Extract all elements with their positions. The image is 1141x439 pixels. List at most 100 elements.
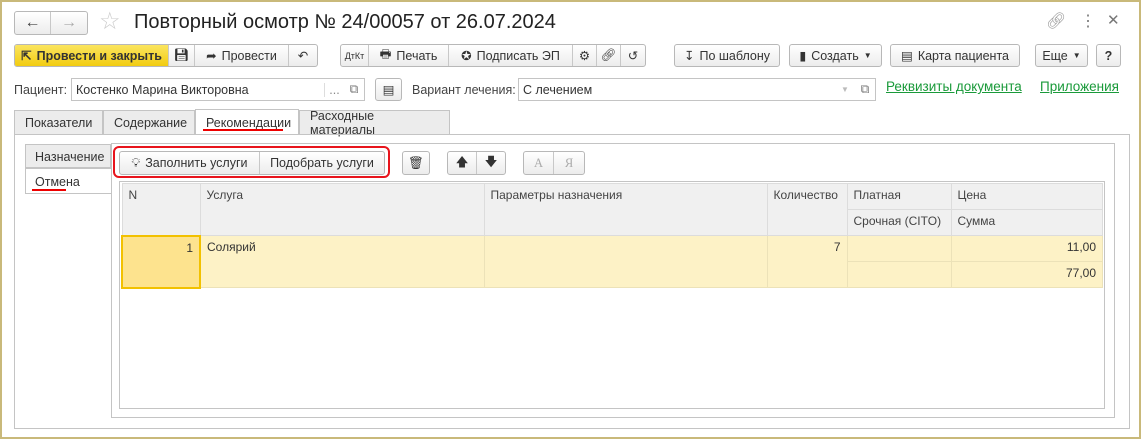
window-title: Повторный осмотр № 24/00057 от 26.07.202… [134, 11, 556, 33]
save-button[interactable]: 💾︎ [169, 45, 195, 66]
table-row[interactable]: 1 Солярий 7 11,00 [121, 234, 1103, 289]
dropdown-icon: ▼ [1072, 51, 1081, 60]
post-close-button[interactable]: ⇱ Провести и закрыть [15, 45, 169, 66]
variant-field[interactable]: С лечением ▼ ⧉ [518, 78, 876, 101]
cell-price[interactable]: 11,00 [950, 235, 1103, 262]
cell-service[interactable]: Солярий [199, 235, 485, 288]
sort-asc-button[interactable]: А [524, 152, 554, 174]
col-params[interactable]: Параметры назначения [483, 183, 768, 236]
col-sum[interactable]: Сумма [950, 209, 1103, 236]
col-price[interactable]: Цена [950, 183, 1103, 210]
create-label: Создать [811, 48, 859, 63]
col-cito[interactable]: Срочная (CITO) [846, 209, 952, 236]
col-service[interactable]: Услуга [199, 183, 485, 236]
cell-cito[interactable] [846, 261, 952, 288]
gears-icon: ⚙ [578, 49, 591, 63]
variant-label: Вариант лечения: [412, 83, 516, 97]
dt-kt-icon: ДтКт [344, 50, 365, 61]
forward-arrow-icon: ➦ [206, 49, 217, 63]
nav-buttons: ← → [14, 11, 88, 35]
favorite-star-icon[interactable]: ☆ [99, 7, 121, 36]
print-actions: ДтКт 🖶 Печать ✪ Подписать ЭП ⚙ 🔗︎ ↺ [340, 44, 646, 67]
move-up-button[interactable]: 🡅 [448, 152, 477, 174]
more-label: Еще [1042, 48, 1068, 63]
close-icon[interactable]: ✕ [1107, 11, 1120, 29]
fill-services-button[interactable]: 💡︎ Заполнить услуги [120, 152, 260, 174]
back-button[interactable]: ← [15, 12, 51, 34]
tab-consumables[interactable]: Расходные материалы [299, 109, 450, 137]
tab-indicators[interactable]: Показатели [14, 110, 103, 134]
forward-button[interactable]: → [51, 12, 87, 34]
exit-icon: ⇱ [21, 49, 32, 63]
print-label: Печать [396, 48, 438, 63]
table-header-row: N Услуга Параметры назначения Количество… [121, 183, 1103, 236]
attachments-link[interactable]: Приложения [1040, 79, 1119, 94]
open-icon[interactable]: ⧉ [855, 82, 875, 97]
pick-services-button[interactable]: Подобрать услуги [260, 152, 384, 174]
col-n[interactable]: N [121, 183, 201, 236]
arrow-right-icon: → [61, 14, 77, 31]
link-icon[interactable]: 🔗︎ [1046, 11, 1066, 31]
patient-label: Пациент: [14, 83, 68, 97]
arrow-left-icon: ← [24, 14, 41, 31]
delete-button[interactable]: 🗑︎ [402, 151, 430, 175]
fill-services-label: Заполнить услуги [145, 156, 248, 170]
template-button[interactable]: ↧ По шаблону [674, 44, 780, 67]
highlight-underline [32, 189, 66, 191]
col-paid[interactable]: Платная [846, 183, 952, 210]
sign-button[interactable]: ✪ Подписать ЭП [449, 45, 573, 66]
chain-icon: 🔗︎ [600, 48, 617, 62]
dropdown-icon[interactable]: ▼ [835, 85, 855, 94]
id-card-icon: ▤ [382, 83, 395, 97]
dt-kt-button[interactable]: ДтКт [341, 45, 369, 66]
printer-icon: 🖶 [379, 47, 392, 61]
patient-select-button[interactable]: ... [324, 82, 344, 97]
seal-icon: ✪ [461, 49, 472, 63]
highlight-underline [203, 129, 283, 131]
post-button[interactable]: ➦ Провести [195, 45, 289, 66]
requisites-link[interactable]: Реквизиты документа [886, 79, 1022, 94]
cell-paid[interactable] [846, 235, 952, 262]
cell-qty[interactable]: 7 [766, 235, 848, 288]
undo-button[interactable]: ↶ [289, 45, 317, 66]
tab-content[interactable]: Содержание [103, 110, 195, 134]
open-icon[interactable]: ⧉ [344, 82, 364, 97]
pick-services-label: Подобрать услуги [270, 156, 374, 170]
cell-sum[interactable]: 77,00 [950, 261, 1103, 288]
move-down-button[interactable]: 🡇 [477, 152, 505, 174]
lightbulb-icon: 💡︎ [131, 155, 141, 170]
trash-icon: 🗑︎ [408, 155, 424, 170]
gears-button[interactable]: ⚙ [573, 45, 597, 66]
sign-label: Подписать ЭП [476, 48, 560, 63]
help-button[interactable]: ? [1096, 44, 1121, 67]
patient-field[interactable]: Костенко Марина Викторовна ... ⧉ [71, 78, 365, 101]
sort-desc-button[interactable]: Я [554, 152, 584, 174]
cell-params[interactable] [483, 235, 768, 288]
patient-info-button[interactable]: ▤ [375, 78, 402, 101]
template-label: По шаблону [699, 48, 770, 63]
move-actions: 🡅 🡇 [447, 151, 506, 175]
side-tab-assign[interactable]: Назначение [25, 144, 111, 168]
variant-value: С лечением [523, 82, 593, 97]
history-button[interactable]: ↺ [621, 45, 645, 66]
col-qty[interactable]: Количество [766, 183, 848, 236]
patient-card-button[interactable]: ▤ Карта пациента [890, 44, 1020, 67]
cell-n[interactable]: 1 [121, 234, 201, 289]
link-button[interactable]: 🔗︎ [597, 45, 621, 66]
dropdown-icon: ▼ [863, 51, 872, 60]
menu-dots-icon[interactable]: ⋮ [1080, 11, 1096, 31]
template-arrow-icon: ↧ [683, 49, 695, 63]
post-label: Провести [221, 48, 277, 63]
document-window: ← → ☆ Повторный осмотр № 24/00057 от 26.… [0, 0, 1141, 439]
more-button[interactable]: Еще ▼ [1035, 44, 1088, 67]
print-button[interactable]: 🖶 Печать [369, 45, 449, 66]
tab-recommendations[interactable]: Рекомендации [195, 109, 299, 135]
create-button[interactable]: ▮ Создать ▼ [789, 44, 882, 67]
fill-actions: 💡︎ Заполнить услуги Подобрать услуги [119, 151, 385, 175]
history-icon: ↺ [627, 49, 639, 63]
undo-icon: ↶ [297, 49, 309, 63]
arrow-up-icon: 🡅 [455, 154, 469, 169]
post-close-label: Провести и закрыть [36, 48, 162, 63]
sort-actions: А Я [523, 151, 585, 175]
patient-card-label: Карта пациента [917, 48, 1009, 63]
